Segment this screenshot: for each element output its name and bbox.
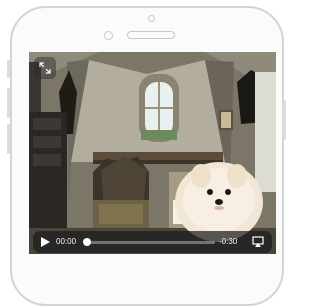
front-camera-icon [148,15,155,22]
remaining-time: -0:30 [219,237,238,246]
play-icon[interactable] [39,236,51,248]
video-frame[interactable] [29,52,276,254]
progress-track[interactable] [83,238,215,246]
expand-arrows-icon [39,62,51,74]
fullscreen-button[interactable] [34,57,56,79]
phone-screen: 00:00 -0:30 [29,52,276,254]
earpiece-speaker-icon [127,31,175,39]
elapsed-time: 00:00 [56,237,77,246]
proximity-sensor-icon [104,31,113,40]
video-controls-bar: 00:00 -0:30 [33,231,272,253]
phone-side-button [7,60,10,78]
phone-power-button [283,100,286,140]
phone-volume-up-button [7,88,10,118]
phone-volume-down-button [7,124,10,154]
airplay-icon[interactable] [252,236,264,248]
progress-knob[interactable] [83,238,91,246]
